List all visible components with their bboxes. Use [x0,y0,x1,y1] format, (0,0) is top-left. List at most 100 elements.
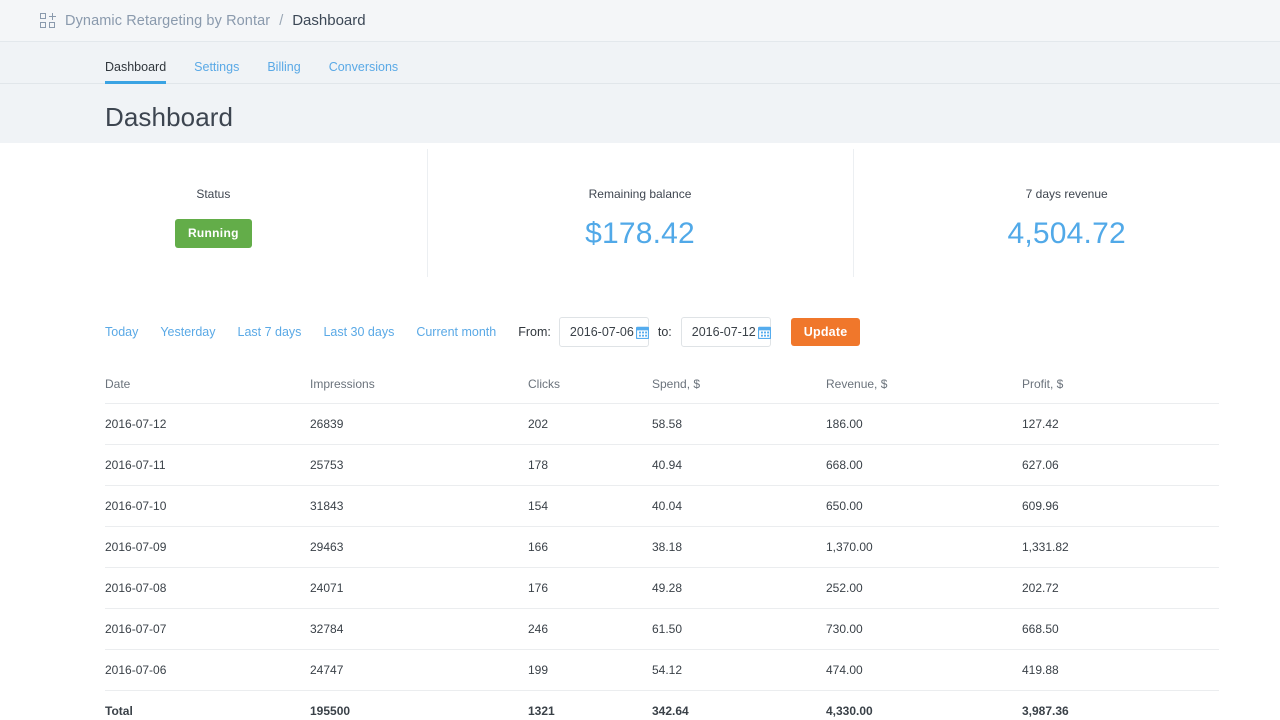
stats-table-container: Date Impressions Clicks Spend, $ Revenue… [0,367,1280,720]
cell-impressions: 24747 [310,650,528,691]
total-spend: 342.64 [652,691,826,720]
page-title: Dashboard [0,84,1280,133]
column-header-impressions: Impressions [310,367,528,404]
from-date-input[interactable] [570,325,636,339]
stat-label-status: Status [196,187,230,201]
stat-card-remaining-balance: Remaining balance $178.42 [427,157,854,285]
table-body: 2016-07-12 26839 202 58.58 186.00 127.42… [105,404,1219,720]
cell-impressions: 32784 [310,609,528,650]
breadcrumb-app-name[interactable]: Dynamic Retargeting by Rontar [65,13,270,29]
stat-value-7-days-revenue: 4,504.72 [1007,219,1125,249]
cell-clicks: 166 [528,527,652,568]
cell-impressions: 26839 [310,404,528,445]
quick-range-yesterday[interactable]: Yesterday [160,325,215,339]
cell-clicks: 176 [528,568,652,609]
cell-clicks: 154 [528,486,652,527]
grid-add-icon [40,13,55,28]
total-revenue: 4,330.00 [826,691,1022,720]
cell-date: 2016-07-12 [105,404,310,445]
table-header-row: Date Impressions Clicks Spend, $ Revenue… [105,367,1219,404]
cell-profit: 419.88 [1022,650,1219,691]
stats-summary-row: Status Running Remaining balance $178.42… [0,143,1280,291]
cell-profit: 627.06 [1022,445,1219,486]
cell-spend: 40.94 [652,445,826,486]
to-date-input[interactable] [692,325,758,339]
cell-clicks: 202 [528,404,652,445]
total-impressions: 195500 [310,691,528,720]
column-header-spend: Spend, $ [652,367,826,404]
calendar-icon[interactable] [758,326,771,339]
quick-range-last-7-days[interactable]: Last 7 days [238,325,302,339]
cell-revenue: 1,370.00 [826,527,1022,568]
date-filter-bar: Today Yesterday Last 7 days Last 30 days… [0,305,1280,359]
stat-card-status: Status Running [0,157,427,285]
cell-date: 2016-07-09 [105,527,310,568]
cell-profit: 609.96 [1022,486,1219,527]
column-header-revenue: Revenue, $ [826,367,1022,404]
cell-impressions: 25753 [310,445,528,486]
nav-tabs: Dashboard Settings Billing Conversions [0,42,1280,84]
cell-revenue: 650.00 [826,486,1022,527]
cell-impressions: 31843 [310,486,528,527]
stat-label-remaining-balance: Remaining balance [589,187,692,201]
cell-spend: 49.28 [652,568,826,609]
table-row: 2016-07-09 29463 166 38.18 1,370.00 1,33… [105,527,1219,568]
stat-card-7-days-revenue: 7 days revenue 4,504.72 [853,157,1280,285]
column-header-date: Date [105,367,310,404]
cell-profit: 668.50 [1022,609,1219,650]
column-header-profit: Profit, $ [1022,367,1219,404]
status-badge: Running [175,219,252,248]
calendar-icon[interactable] [636,326,649,339]
cell-date: 2016-07-10 [105,486,310,527]
quick-range-today[interactable]: Today [105,325,138,339]
breadcrumb-separator: / [279,13,283,29]
to-date-field[interactable] [681,317,771,347]
cell-spend: 40.04 [652,486,826,527]
total-profit: 3,987.36 [1022,691,1219,720]
tab-billing[interactable]: Billing [267,60,300,83]
cell-revenue: 186.00 [826,404,1022,445]
table-row: 2016-07-06 24747 199 54.12 474.00 419.88 [105,650,1219,691]
to-label: to: [658,325,672,339]
table-row: 2016-07-08 24071 176 49.28 252.00 202.72 [105,568,1219,609]
total-clicks: 1321 [528,691,652,720]
tab-conversions[interactable]: Conversions [329,60,398,83]
tab-settings[interactable]: Settings [194,60,239,83]
cell-spend: 61.50 [652,609,826,650]
cell-clicks: 199 [528,650,652,691]
top-breadcrumb-bar: Dynamic Retargeting by Rontar / Dashboar… [0,0,1280,42]
update-button[interactable]: Update [791,318,861,346]
cell-spend: 54.12 [652,650,826,691]
quick-range-current-month[interactable]: Current month [416,325,496,339]
page-header: Dashboard Settings Billing Conversions D… [0,42,1280,143]
table-header: Date Impressions Clicks Spend, $ Revenue… [105,367,1219,404]
cell-clicks: 178 [528,445,652,486]
tab-dashboard[interactable]: Dashboard [105,60,166,83]
stats-table: Date Impressions Clicks Spend, $ Revenue… [105,367,1219,720]
table-row: 2016-07-12 26839 202 58.58 186.00 127.42 [105,404,1219,445]
cell-impressions: 24071 [310,568,528,609]
stat-label-7-days-revenue: 7 days revenue [1026,187,1108,201]
quick-range-last-30-days[interactable]: Last 30 days [323,325,394,339]
breadcrumb-current-page: Dashboard [292,12,365,29]
cell-revenue: 730.00 [826,609,1022,650]
table-row: 2016-07-10 31843 154 40.04 650.00 609.96 [105,486,1219,527]
total-label: Total [105,691,310,720]
cell-profit: 127.42 [1022,404,1219,445]
from-date-field[interactable] [559,317,649,347]
cell-clicks: 246 [528,609,652,650]
cell-spend: 38.18 [652,527,826,568]
from-label: From: [518,325,551,339]
table-total-row: Total 195500 1321 342.64 4,330.00 3,987.… [105,691,1219,720]
stat-value-remaining-balance: $178.42 [585,219,695,249]
table-row: 2016-07-07 32784 246 61.50 730.00 668.50 [105,609,1219,650]
cell-date: 2016-07-07 [105,609,310,650]
cell-revenue: 668.00 [826,445,1022,486]
cell-profit: 202.72 [1022,568,1219,609]
cell-date: 2016-07-06 [105,650,310,691]
table-row: 2016-07-11 25753 178 40.94 668.00 627.06 [105,445,1219,486]
cell-date: 2016-07-11 [105,445,310,486]
column-header-clicks: Clicks [528,367,652,404]
cell-revenue: 474.00 [826,650,1022,691]
cell-spend: 58.58 [652,404,826,445]
